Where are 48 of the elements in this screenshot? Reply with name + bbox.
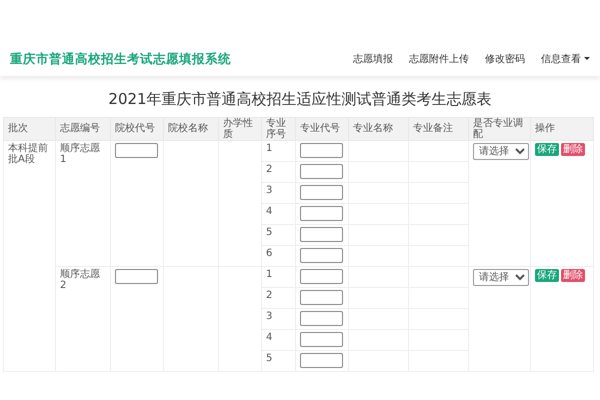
table-cell: 6	[262, 245, 296, 266]
table-cell: 3	[262, 308, 296, 329]
input-field[interactable]	[300, 226, 343, 242]
input-field[interactable]	[300, 290, 343, 304]
input-field[interactable]	[300, 248, 343, 262]
input-field[interactable]	[300, 206, 343, 220]
table-cell: 1	[262, 140, 296, 161]
column-header: 是否专业调配	[468, 117, 530, 140]
table-cell: 顺序志愿2	[56, 266, 110, 371]
table-cell: 2	[262, 161, 296, 182]
table-cell: 5	[262, 224, 296, 245]
input-field[interactable]	[300, 164, 343, 178]
nav-link[interactable]: 修改密码	[485, 52, 525, 66]
input-field[interactable]	[115, 268, 158, 284]
column-header: 志愿编号	[56, 117, 110, 140]
table-cell: 4	[262, 329, 296, 350]
column-header: 院校代号	[110, 117, 164, 140]
site-title: 重庆市普通高校招生考试志愿填报系统	[10, 50, 231, 68]
table-cell: 1	[262, 266, 296, 287]
table-cell: 4	[262, 203, 296, 224]
page-title: 2021年重庆市普通高校招生适应性测试普通类考生志愿表	[107, 89, 493, 110]
column-header: 批次	[4, 117, 56, 140]
table-cell: 2	[262, 287, 296, 308]
column-header: 专业名称	[348, 117, 408, 140]
dropdown-link[interactable]: 信息查看	[541, 52, 590, 66]
table-cell: 顺序志愿1	[56, 140, 110, 266]
column-header: 办学性质	[218, 117, 262, 140]
input-field[interactable]	[300, 352, 343, 368]
delete-button[interactable]: 删除	[561, 142, 585, 156]
adjust-select[interactable]: 请选择	[473, 142, 529, 160]
column-header: 专业代号	[296, 117, 348, 140]
nav-link[interactable]: 志愿附件上传	[409, 52, 469, 66]
input-field[interactable]	[115, 142, 158, 158]
delete-button[interactable]: 删除	[561, 268, 585, 282]
adjust-select[interactable]: 请选择	[473, 268, 529, 286]
table-cell: 本科提前批A段	[4, 140, 56, 371]
column-header: 院校名称	[164, 117, 218, 140]
column-header: 操作	[530, 117, 594, 140]
input-field[interactable]	[300, 268, 343, 284]
column-header: 专业序号	[262, 117, 296, 140]
column-header: 专业备注	[408, 117, 468, 140]
table-cell: 5	[262, 350, 296, 371]
table-cell: 3	[262, 182, 296, 203]
nav-link[interactable]: 志愿填报	[353, 52, 393, 66]
input-field[interactable]	[300, 332, 343, 346]
input-field[interactable]	[300, 142, 343, 158]
input-field[interactable]	[300, 184, 343, 200]
input-field[interactable]	[300, 310, 343, 326]
